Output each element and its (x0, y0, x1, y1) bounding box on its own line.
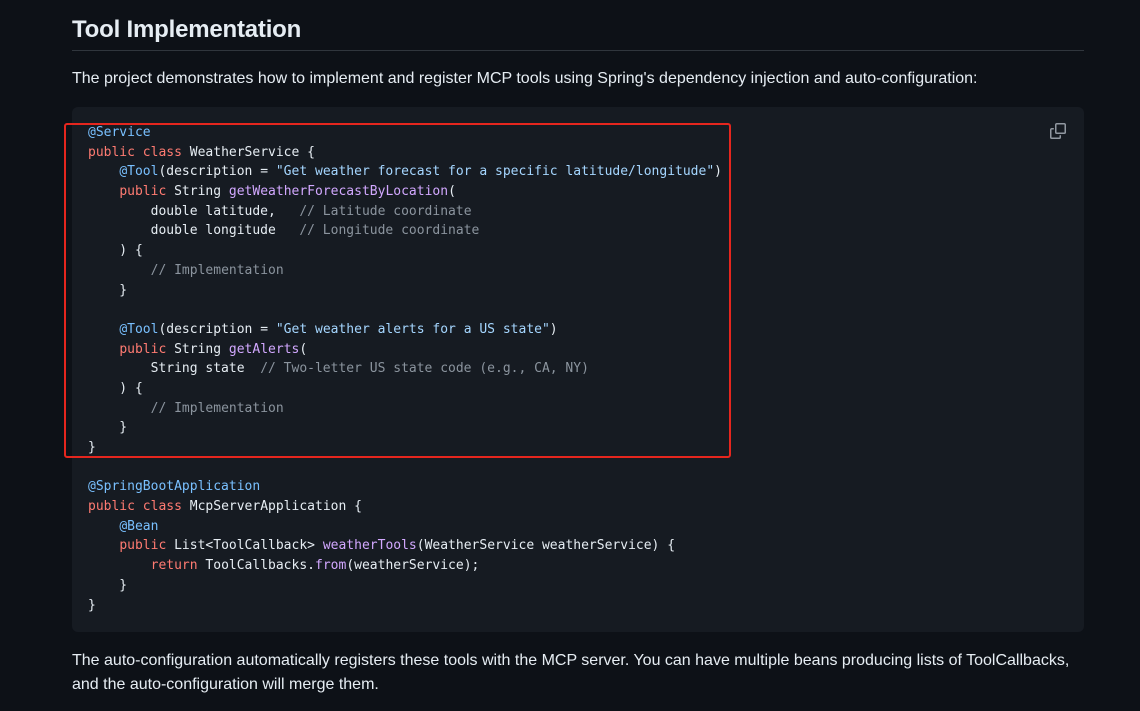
code-token-txt: } (88, 597, 96, 613)
code-token-kw: public (119, 184, 167, 200)
code-token-txt: (description = (158, 164, 276, 180)
code-line: ) { (88, 241, 722, 261)
code-line: public String getWeatherForecastByLocati… (88, 182, 722, 202)
code-token-ann: @Tool (119, 164, 159, 180)
code-token-kw: class (142, 499, 182, 515)
code-token-txt: ) { (88, 243, 143, 259)
code-token-ann: @Tool (119, 321, 159, 337)
code-content: @Service public class WeatherService { @T… (88, 123, 722, 615)
code-line: String state // Two-letter US state code… (88, 359, 722, 379)
code-line: return ToolCallbacks.from(weatherService… (88, 556, 722, 576)
code-token-txt: (description = (158, 321, 276, 337)
code-token-txt: ( (299, 341, 308, 357)
code-token-kw: public (119, 341, 167, 357)
code-token-txt: ) (549, 321, 558, 337)
code-line: double latitude, // Latitude coordinate (88, 202, 722, 222)
outro-paragraph: The auto-configuration automatically reg… (72, 652, 1070, 693)
code-token-txt: WeatherService { (181, 144, 315, 160)
code-line: // Implementation (88, 399, 722, 419)
code-token-com: // Implementation (150, 400, 284, 416)
code-token-txt: List<ToolCallback> (166, 538, 323, 554)
code-token-txt: ToolCallbacks. (197, 558, 315, 574)
code-line: } (88, 281, 722, 301)
copy-button[interactable] (1046, 119, 1070, 143)
code-token-com: // Two-letter US state code (e.g., CA, N… (260, 361, 589, 377)
code-token-com: // Implementation (150, 262, 284, 278)
code-token-txt: } (88, 440, 96, 455)
code-line: } (88, 418, 722, 438)
code-token-txt: (WeatherService weatherService) { (416, 538, 676, 554)
section-heading: Tool Implementation (72, 16, 302, 43)
code-token-fn: from (315, 558, 347, 574)
code-token-txt: } (88, 420, 128, 436)
code-token-com: // Latitude coordinate (299, 203, 472, 219)
code-token-fn: getAlerts (228, 341, 300, 357)
code-token-ann: @Service (88, 125, 151, 140)
code-token-txt: ) (714, 164, 722, 180)
code-token-kw: return (150, 558, 198, 574)
code-token-txt: double latitude, (88, 203, 300, 219)
code-line: } (88, 438, 722, 458)
code-token-txt: String state (88, 361, 261, 377)
code-token-txt: String (166, 341, 229, 357)
code-token-fn: getWeatherForecastByLocation (228, 184, 449, 200)
code-token-str: "Get weather alerts for a US state" (275, 321, 550, 337)
code-block: @Service public class WeatherService { @T… (72, 107, 1084, 632)
code-token-kw: public (119, 538, 167, 554)
code-token-str: "Get weather forecast for a specific lat… (275, 164, 715, 180)
code-line: ) { (88, 379, 722, 399)
copy-icon[interactable] (1050, 123, 1066, 139)
code-token-ann: @Bean (119, 518, 159, 534)
code-token-txt: ) { (88, 380, 143, 396)
code-line: @Service (88, 123, 722, 143)
code-token-kw: class (142, 144, 182, 160)
code-token-kw: public (88, 499, 135, 515)
code-line: public List<ToolCallback> weatherTools(W… (88, 536, 722, 556)
code-line: @Tool(description = "Get weather alerts … (88, 320, 722, 340)
code-token-com: // Longitude coordinate (299, 223, 480, 239)
code-line: @Tool(description = "Get weather forecas… (88, 162, 722, 182)
code-token-kw: public (88, 144, 135, 160)
code-token-txt: } (88, 282, 128, 298)
code-token-txt: ( (448, 184, 456, 200)
code-line: public String getAlerts( (88, 340, 722, 360)
code-token-ann: @SpringBootApplication (88, 479, 261, 495)
heading-divider (72, 50, 1084, 51)
code-line: } (88, 596, 722, 616)
code-line: double longitude // Longitude coordinate (88, 221, 722, 241)
intro-paragraph: The project demonstrates how to implemen… (72, 70, 978, 87)
code-token-txt: McpServerApplication { (181, 499, 362, 515)
code-line: } (88, 576, 722, 596)
code-token-txt: } (88, 577, 128, 593)
code-token-txt: (weatherService); (346, 558, 480, 574)
code-line: public class WeatherService { (88, 143, 722, 163)
code-line: @SpringBootApplication (88, 477, 722, 497)
code-line: // Implementation (88, 261, 722, 281)
code-token-txt: double longitude (88, 223, 300, 239)
code-line: public class McpServerApplication { (88, 497, 722, 517)
code-token-fn: weatherTools (322, 538, 417, 554)
code-line: @Bean (88, 517, 722, 537)
code-token-txt: String (166, 184, 229, 200)
